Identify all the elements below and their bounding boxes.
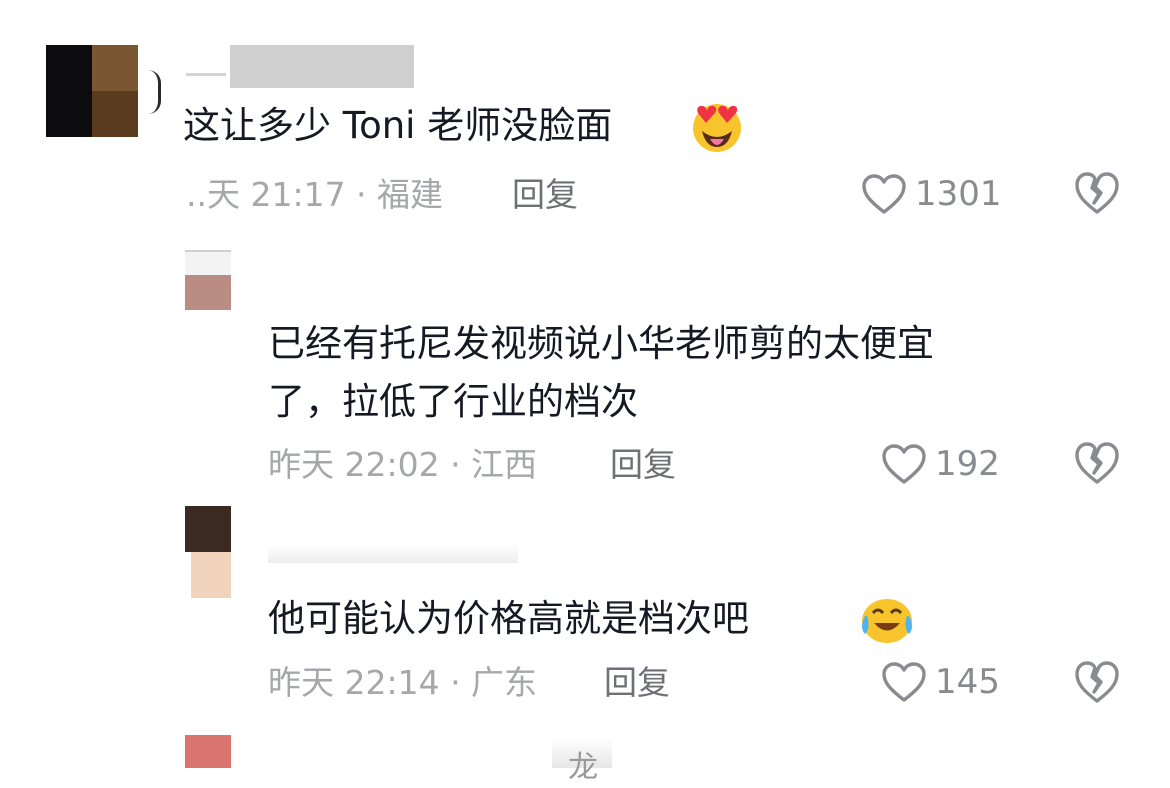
broken-heart-icon[interactable]	[1073, 659, 1121, 705]
avatar-ring	[148, 70, 161, 114]
like-button[interactable]: 192	[881, 442, 1000, 486]
heart-outline-icon	[882, 662, 926, 702]
crying-laughing-emoji	[862, 599, 912, 643]
reply-text-line1: 已经有托尼发视频说小华老师剪的太便宜	[268, 322, 934, 365]
username-redacted	[268, 545, 518, 563]
username-redacted-stub	[186, 73, 226, 76]
like-button[interactable]: 1301	[861, 172, 1002, 216]
avatar[interactable]	[185, 250, 231, 310]
like-count: 192	[935, 444, 1000, 484]
avatar[interactable]	[185, 735, 231, 768]
like-count: 145	[935, 662, 1000, 702]
reply-button[interactable]: 回复	[512, 175, 578, 215]
avatar[interactable]	[46, 45, 138, 137]
reply-time-location: 昨天 22:14 · 广东	[268, 663, 538, 702]
like-button[interactable]: 145	[881, 660, 1000, 704]
heart-outline-icon	[882, 444, 926, 484]
broken-heart-icon[interactable]	[1073, 440, 1121, 486]
reply-text: 他可能认为价格高就是档次吧	[268, 597, 749, 640]
username-redacted	[230, 45, 414, 88]
reply-text-line2: 了，拉低了行业的档次	[268, 380, 638, 423]
username-partial: 龙	[568, 750, 598, 785]
avatar[interactable]	[185, 506, 231, 598]
like-count: 1301	[915, 174, 1002, 214]
reply-time-location: 昨天 22:02 · 江西	[268, 445, 538, 484]
reply-button[interactable]: 回复	[604, 663, 670, 703]
broken-heart-icon[interactable]	[1073, 170, 1121, 216]
heart-eyes-tongue-emoji	[693, 104, 741, 152]
heart-outline-icon	[862, 174, 906, 214]
reply-button[interactable]: 回复	[610, 445, 676, 485]
comment-text: 这让多少 Toni 老师没脸面	[183, 104, 613, 147]
comment-time-location: ..天 21:17 · 福建	[186, 175, 444, 214]
